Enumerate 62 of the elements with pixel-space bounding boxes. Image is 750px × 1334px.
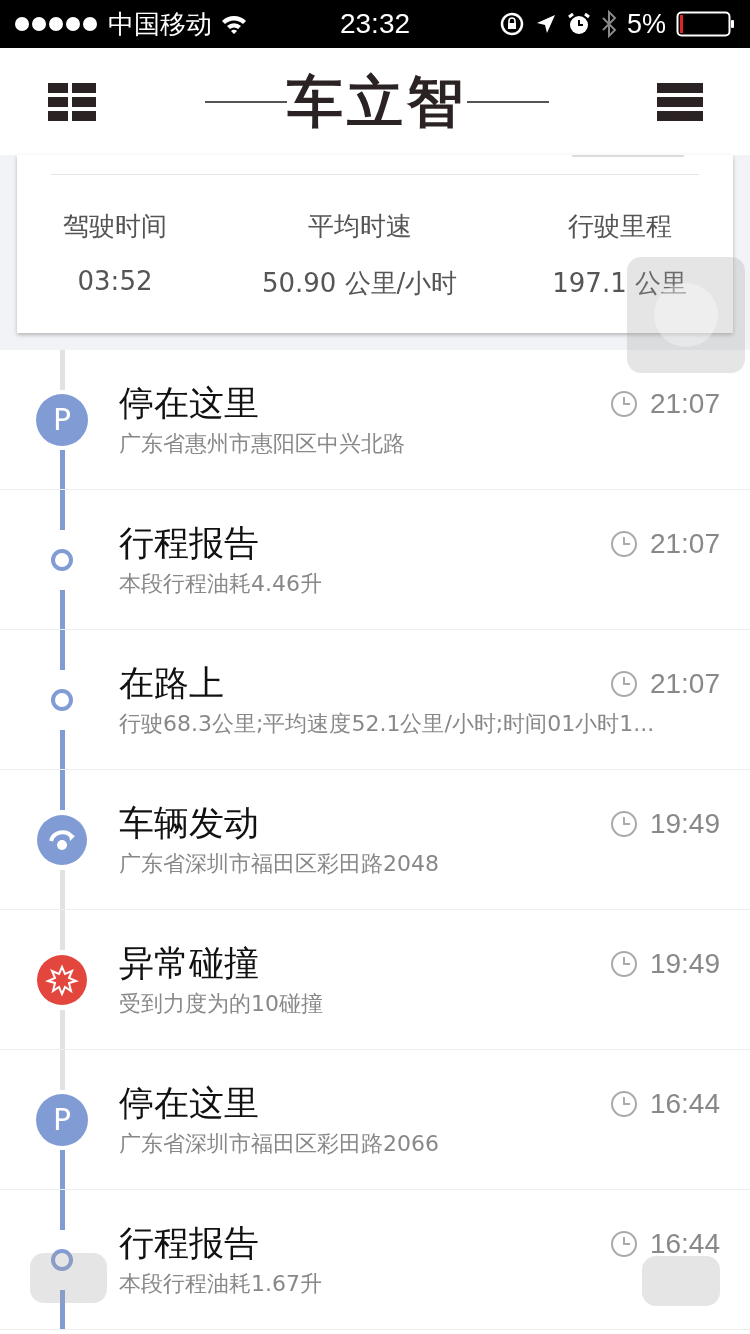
- event-title: 停在这里: [119, 382, 259, 425]
- engine-start-icon: [36, 813, 88, 866]
- event-row[interactable]: P 停在这里 21:07 广东省惠州市惠阳区中兴北路: [0, 350, 750, 490]
- event-detail: 本段行程油耗4.46升: [119, 570, 322, 598]
- event-time: 16:44: [649, 1227, 720, 1260]
- floating-button[interactable]: [627, 257, 745, 373]
- clock-icon: [609, 949, 638, 978]
- event-row[interactable]: 在路上 21:07 行驶68.3公里;平均速度52.1公里/小时;时间01小时1...: [0, 630, 750, 770]
- waypoint-icon: [51, 1248, 73, 1271]
- event-time: 19:49: [649, 807, 720, 840]
- clock-icon: [609, 1229, 638, 1258]
- stat-label: 驾驶时间: [63, 210, 167, 243]
- event-detail: 广东省惠州市惠阳区中兴北路: [119, 430, 405, 458]
- stat-value: 03:52: [77, 266, 153, 296]
- clock-icon: [609, 529, 638, 558]
- event-detail: 受到力度为的10碰撞: [119, 990, 323, 1018]
- event-title: 车辆发动: [119, 802, 259, 845]
- stat-label: 行驶里程: [567, 210, 672, 243]
- battery-percent: 5%: [626, 8, 666, 40]
- rotation-lock-icon: [498, 11, 525, 37]
- parking-badge: P: [36, 1093, 88, 1146]
- event-time: 21:07: [649, 387, 720, 420]
- wifi-icon: [220, 13, 248, 35]
- event-title: 异常碰撞: [119, 942, 259, 985]
- menu-icon[interactable]: [657, 82, 703, 121]
- event-title: 行程报告: [119, 522, 259, 565]
- event-title: 行程报告: [119, 1222, 259, 1265]
- event-time: 21:07: [649, 667, 720, 700]
- clock-icon: [609, 389, 638, 418]
- event-title: 停在这里: [119, 1082, 259, 1125]
- event-title: 在路上: [119, 662, 224, 705]
- battery-icon: [676, 11, 736, 37]
- event-detail: 本段行程油耗1.67升: [119, 1270, 322, 1298]
- clock-icon: [609, 669, 638, 698]
- event-time: 21:07: [649, 527, 720, 560]
- clock-time: 23:32: [339, 8, 411, 40]
- stat-value: 197.1 公里: [552, 267, 687, 300]
- signal-icon: [14, 16, 100, 32]
- bluetooth-icon: [600, 10, 617, 38]
- event-detail: 广东省深圳市福田区彩田路2048: [119, 850, 439, 878]
- event-detail: 广东省深圳市福田区彩田路2066: [119, 1130, 439, 1158]
- stat-value: 50.90 公里/小时: [261, 267, 458, 300]
- stat-label: 平均时速: [307, 210, 412, 243]
- grid-menu-icon[interactable]: [48, 82, 96, 121]
- app-logo: 车立智: [286, 73, 467, 130]
- parking-badge: P: [36, 393, 88, 446]
- alarm-icon: [566, 12, 591, 36]
- floating-button[interactable]: [30, 1253, 107, 1303]
- event-time: 19:49: [649, 947, 720, 980]
- event-detail: 行驶68.3公里;平均速度52.1公里/小时;时间01小时1...: [119, 710, 655, 738]
- event-row[interactable]: 异常碰撞 19:49 受到力度为的10碰撞: [0, 910, 750, 1050]
- event-time: 16:44: [649, 1087, 720, 1120]
- waypoint-icon: [51, 548, 73, 571]
- event-row[interactable]: P 停在这里 16:44 广东省深圳市福田区彩田路2066: [0, 1050, 750, 1190]
- collision-icon: [36, 953, 88, 1006]
- event-row[interactable]: 行程报告 21:07 本段行程油耗4.46升: [0, 490, 750, 630]
- clock-icon: [609, 1089, 638, 1118]
- clock-icon: [609, 809, 638, 838]
- event-row[interactable]: 行程报告 16:44 本段行程油耗1.67升: [0, 1190, 750, 1330]
- event-row[interactable]: 车辆发动 19:49 广东省深圳市福田区彩田路2048: [0, 770, 750, 910]
- waypoint-icon: [51, 688, 73, 711]
- carrier-name: 中国移动: [108, 7, 212, 41]
